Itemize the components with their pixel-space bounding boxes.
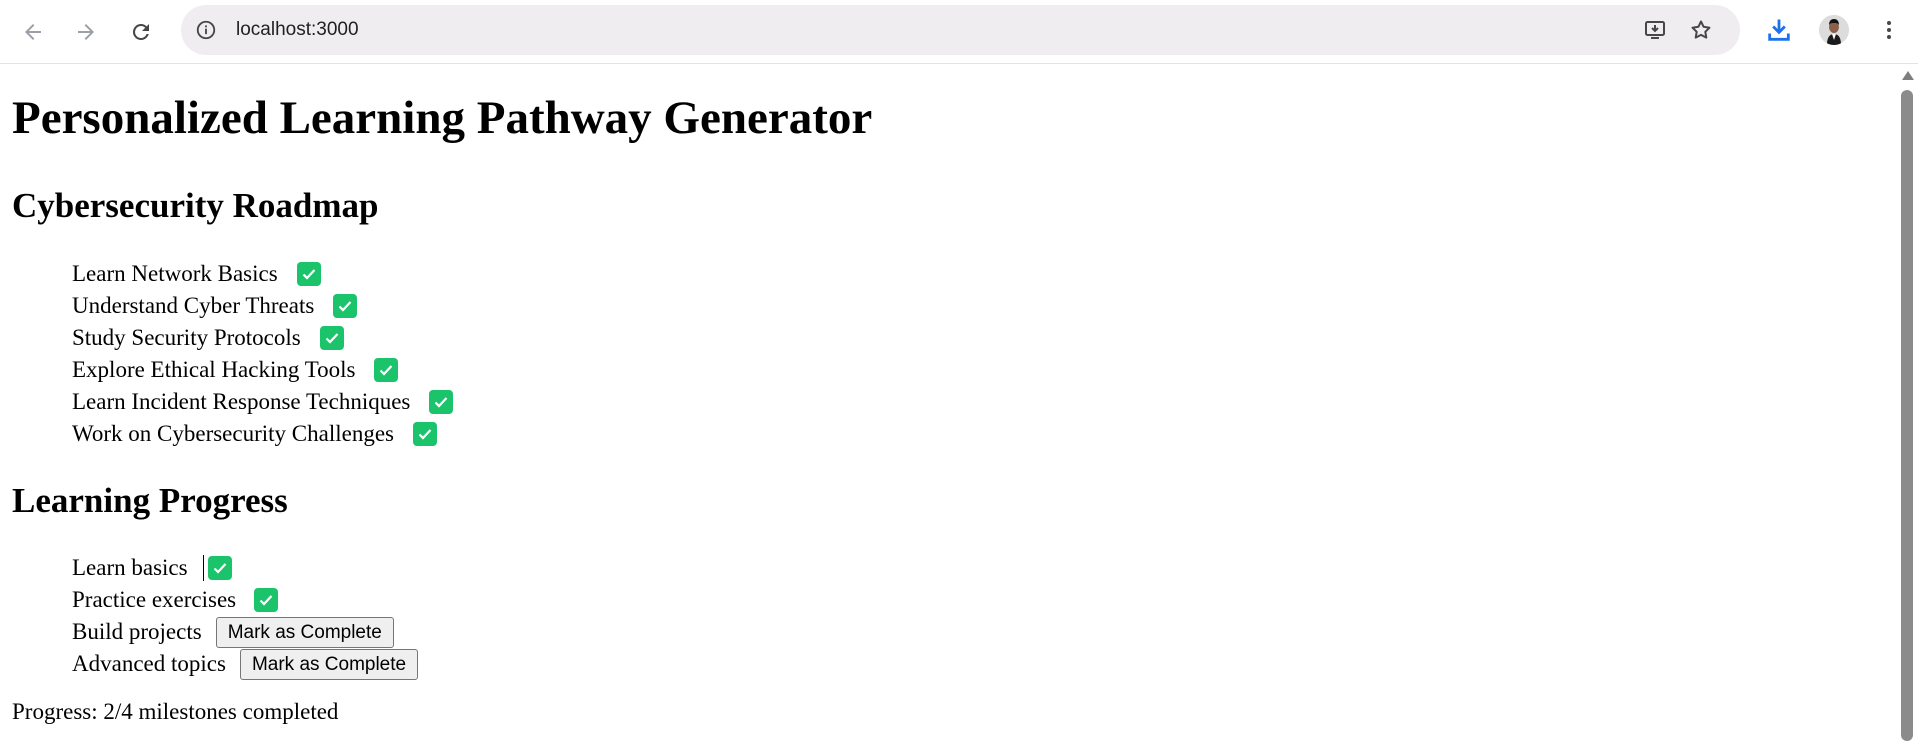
roadmap-item-label: Explore Ethical Hacking Tools [72,357,356,382]
text-cursor [202,555,204,581]
download-icon [1768,19,1790,41]
info-icon[interactable] [195,19,217,41]
install-app-icon[interactable] [1643,18,1667,42]
roadmap-item: Work on Cybersecurity Challenges [72,418,453,450]
forward-button[interactable] [65,11,107,53]
page-content: Personalized Learning Pathway Generator … [0,65,1897,741]
roadmap-item-label: Learn Incident Response Techniques [72,389,411,414]
downloads-button[interactable] [1764,15,1794,45]
progress-item-label: Learn basics [72,555,188,580]
star-icon[interactable] [1689,18,1713,42]
browser-toolbar: localhost:3000 [0,0,1918,64]
avatar-icon [1819,15,1849,45]
arrow-right-icon [78,24,94,40]
kebab-menu-icon [1887,21,1891,39]
reload-icon [132,23,149,40]
checkmark-icon [429,390,454,414]
checkmark-icon [319,326,344,350]
progress-heading: Learning Progress [12,481,288,520]
back-button[interactable] [12,11,54,53]
mark-complete-button[interactable]: Mark as Complete [215,616,394,648]
address-bar[interactable]: localhost:3000 [181,5,1740,55]
roadmap-item-label: Understand Cyber Threats [72,293,315,318]
roadmap-item: Learn Network Basics [72,258,453,290]
roadmap-item: Explore Ethical Hacking Tools [72,354,453,386]
checkmark-icon [207,556,232,580]
roadmap-item-label: Study Security Protocols [72,325,301,350]
checkmark-icon [374,358,399,382]
reload-button[interactable] [120,11,162,53]
checkmark-icon [333,294,358,318]
roadmap-list: Learn Network Basics Understand Cyber Th… [72,258,454,450]
browser-menu-button[interactable] [1874,15,1904,45]
progress-item: Practice exercises [72,584,418,616]
arrow-left-icon [25,24,41,40]
checkmark-icon [413,422,437,446]
progress-item: Learn basics [72,552,418,584]
progress-item-label: Advanced topics [72,651,226,676]
roadmap-heading: Cybersecurity Roadmap [12,186,379,225]
roadmap-item: Understand Cyber Threats [72,290,453,322]
checkmark-icon [254,588,279,612]
roadmap-item: Study Security Protocols [72,322,453,354]
scrollbar-thumb[interactable] [1901,90,1913,741]
scroll-up-arrow-icon[interactable] [1902,71,1914,80]
progress-item: Build projects Mark as Complete [72,616,418,648]
page-scrollbar[interactable] [1897,65,1918,741]
page-title: Personalized Learning Pathway Generator [12,92,873,144]
progress-item-label: Practice exercises [72,587,237,612]
checkmark-icon [296,262,321,286]
roadmap-item: Learn Incident Response Techniques [72,386,454,418]
profile-avatar[interactable] [1819,15,1849,45]
progress-item: Advanced topics Mark as Complete [72,648,419,680]
mark-complete-button[interactable]: Mark as Complete [239,648,419,680]
roadmap-item-label: Learn Network Basics [72,261,278,286]
progress-list: Learn basics Practice exercises Build pr… [72,552,419,680]
url-text[interactable]: localhost:3000 [236,18,359,42]
roadmap-item-label: Work on Cybersecurity Challenges [72,421,394,446]
progress-item-label: Build projects [72,619,202,644]
progress-summary: Progress: 2/4 milestones completed [12,699,339,724]
